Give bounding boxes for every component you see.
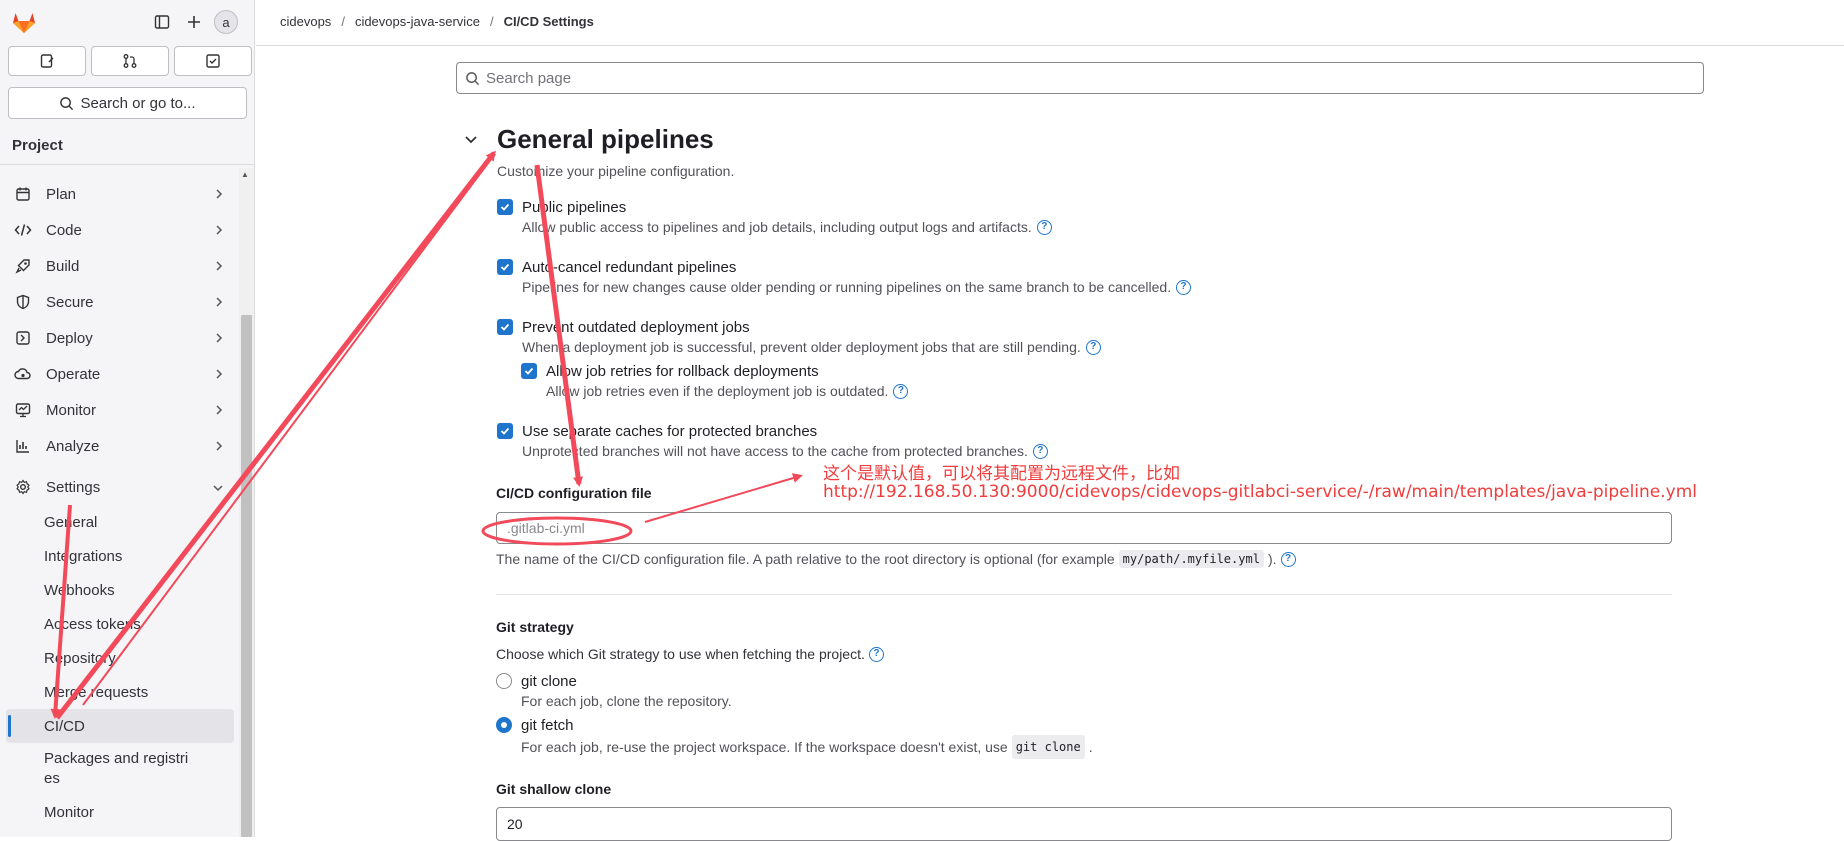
annotation-arrow xyxy=(82,154,495,706)
annotation-text-line1: 这个是默认值，可以将其配置为远程文件，比如 xyxy=(823,464,1180,484)
annotation-arrow xyxy=(644,473,803,523)
annotation-circle xyxy=(481,516,633,546)
annotation-arrow xyxy=(50,504,72,719)
annotation-arrow xyxy=(55,150,496,720)
annotation-overlay xyxy=(50,150,803,720)
annotation-text-line2: http://192.168.50.130:9000/cidevops/cide… xyxy=(823,482,1698,502)
annotation-arrow xyxy=(534,164,584,487)
